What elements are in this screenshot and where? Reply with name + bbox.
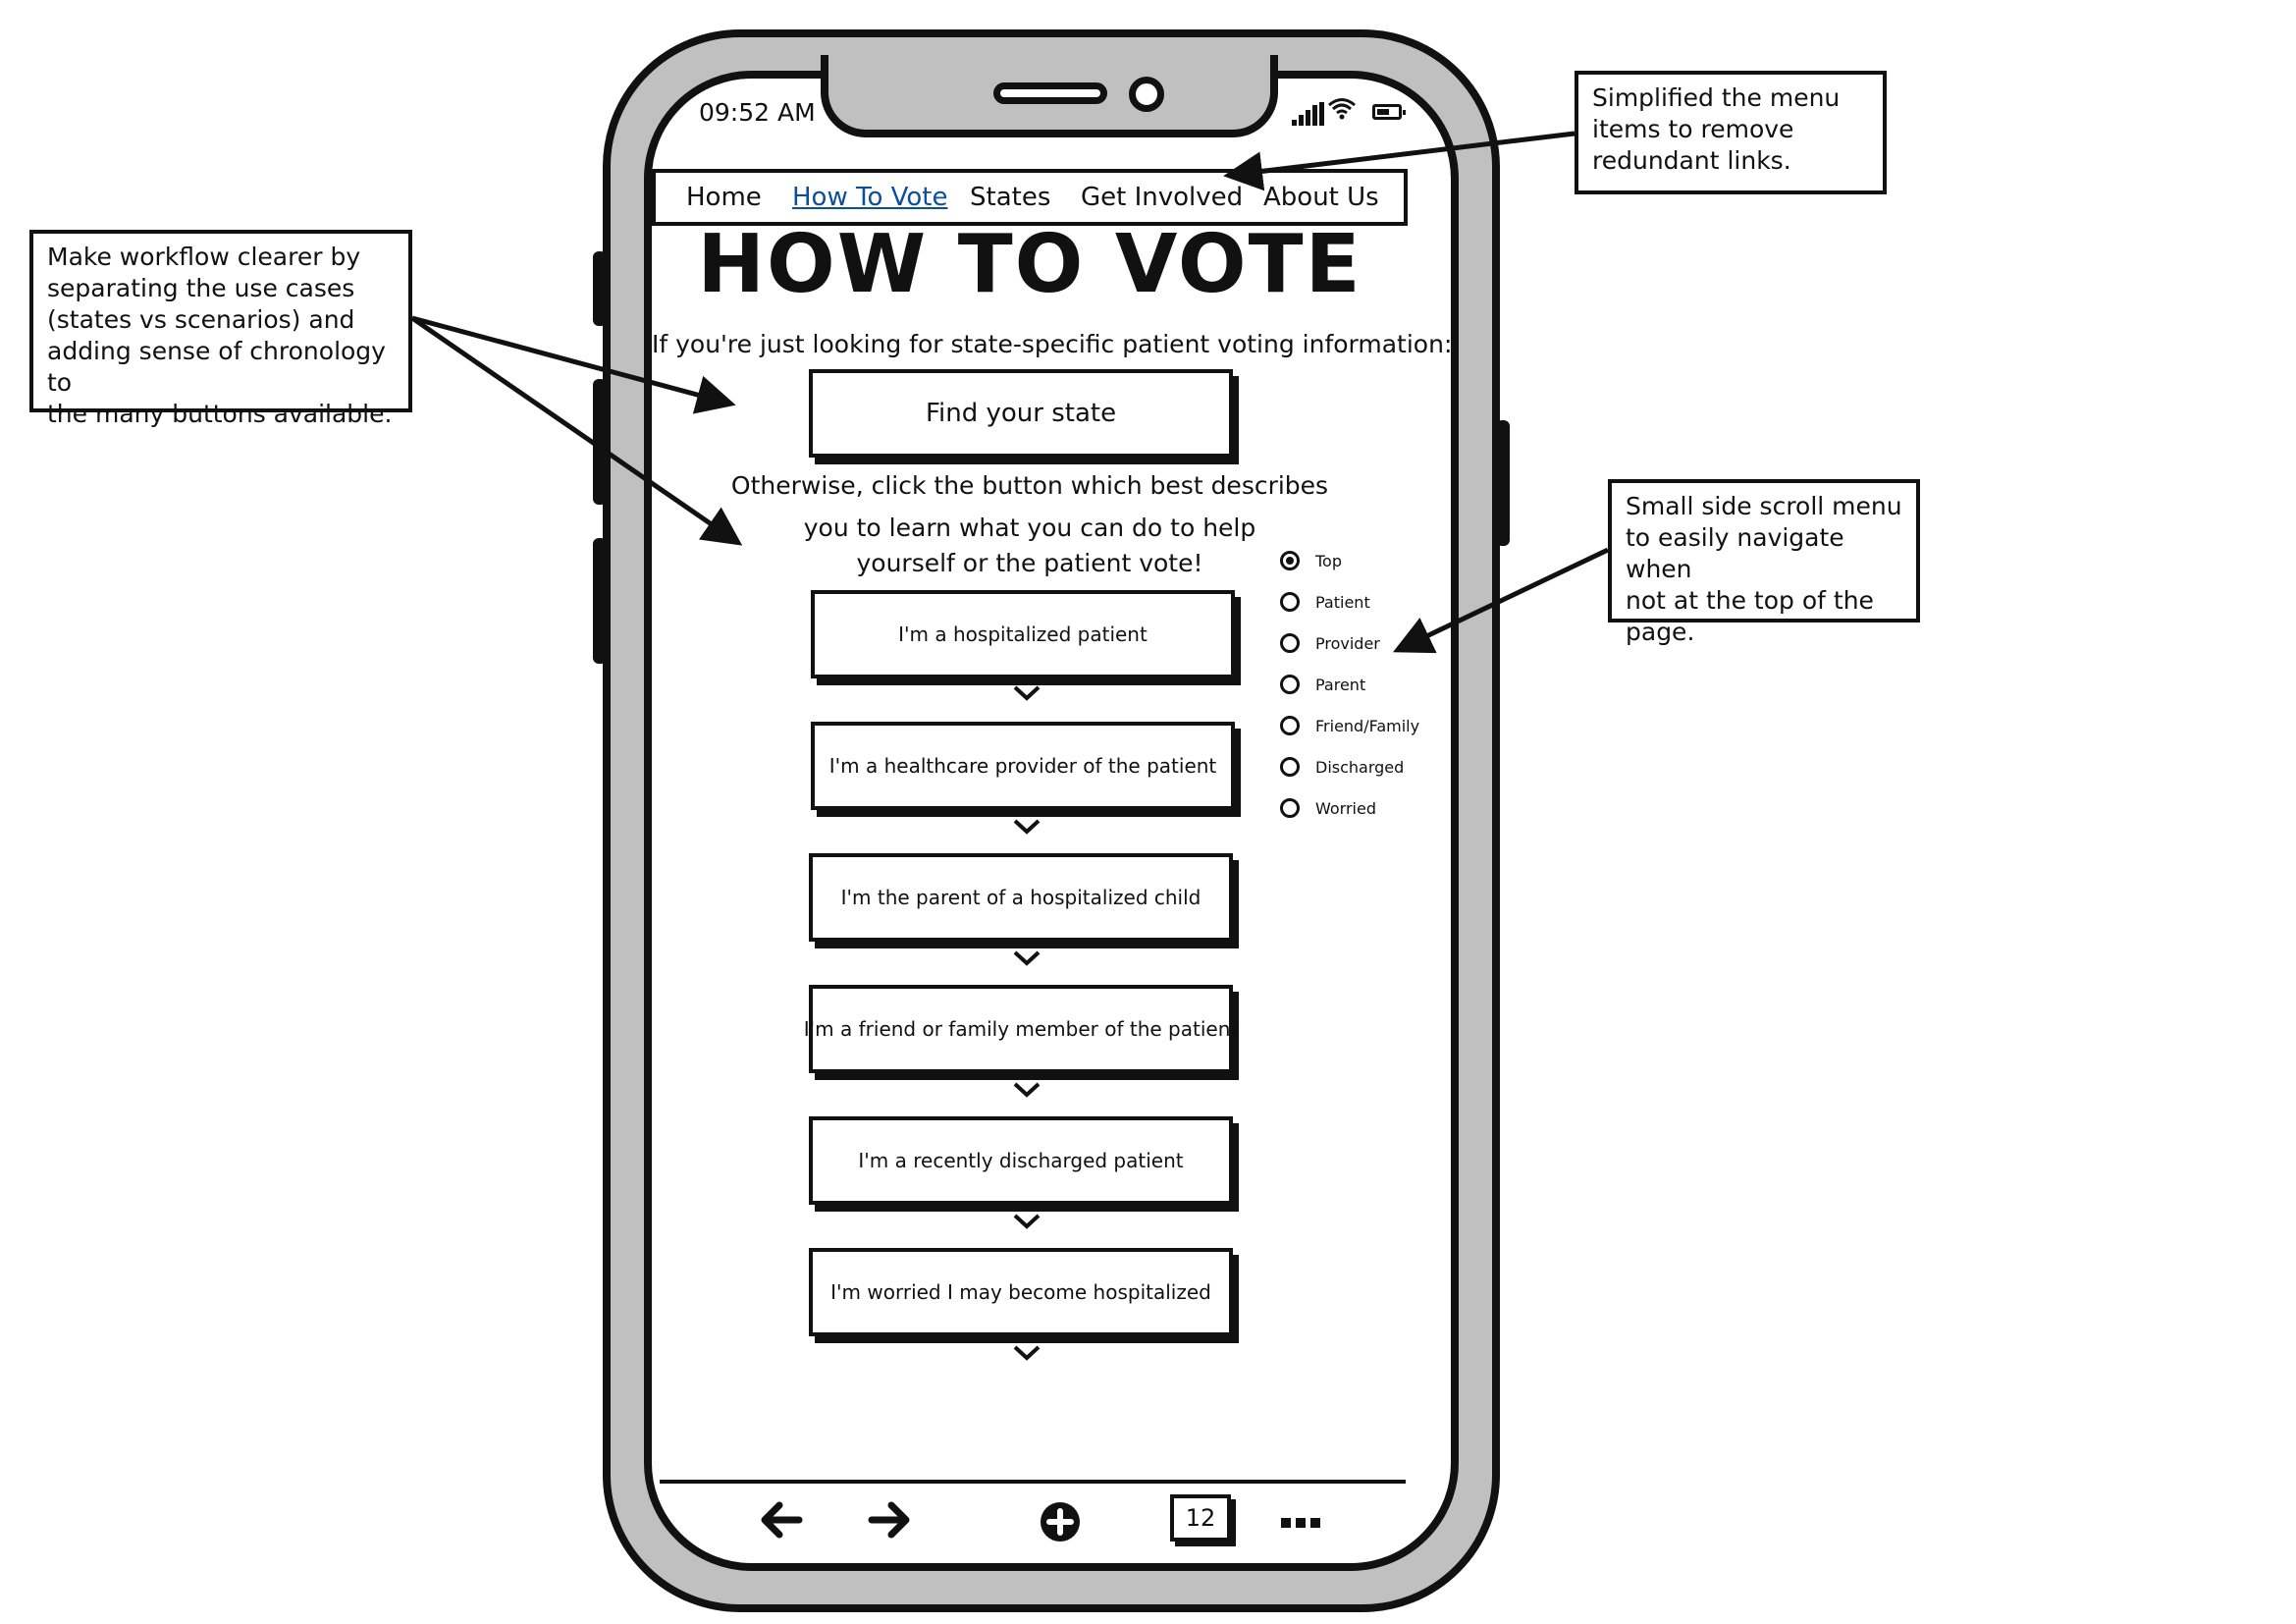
side-menu-label: Worried <box>1315 798 1376 818</box>
note-line: page. <box>1626 618 1695 646</box>
side-menu-item-top[interactable]: Top <box>1280 540 1437 581</box>
forward-arrow-icon[interactable] <box>868 1500 913 1543</box>
radio-icon[interactable] <box>1280 675 1300 694</box>
more-dots-icon[interactable] <box>1280 1515 1321 1534</box>
note-line: to easily navigate when <box>1626 523 1844 583</box>
otherwise-text-line-2: you to learn what you can do to help <box>803 514 1256 542</box>
find-state-button[interactable]: Find your state <box>809 369 1233 458</box>
nav-item-about-us[interactable]: About Us <box>1263 183 1379 212</box>
note-line: Simplified the menu <box>1592 83 1841 112</box>
chevron-down-icon <box>1013 1082 1041 1098</box>
radio-icon[interactable] <box>1280 716 1300 735</box>
back-arrow-icon[interactable] <box>758 1500 803 1543</box>
scenario-button-worried[interactable]: I'm worried I may become hospitalized <box>809 1248 1233 1336</box>
chevron-down-icon <box>1013 950 1041 966</box>
note-line: adding sense of chronology to <box>47 337 386 397</box>
tabs-icon[interactable]: 12 <box>1170 1494 1231 1542</box>
otherwise-text-line-1: Otherwise, click the button which best d… <box>730 471 1329 500</box>
side-menu-label: Parent <box>1315 675 1366 694</box>
radio-icon[interactable] <box>1280 633 1300 653</box>
radio-icon[interactable] <box>1280 592 1300 612</box>
chevron-down-icon <box>1013 1214 1041 1229</box>
side-menu-label: Top <box>1315 551 1342 570</box>
page-title: HOW TO VOTE <box>697 218 1362 311</box>
side-menu-item-provider[interactable]: Provider <box>1280 623 1437 664</box>
side-menu-item-parent[interactable]: Parent <box>1280 664 1437 705</box>
side-menu-annotation-note: Small side scroll menu to easily navigat… <box>1608 479 1920 646</box>
side-menu-label: Patient <box>1315 592 1370 612</box>
chevron-down-icon <box>1013 1345 1041 1361</box>
note-line: not at the top of the <box>1626 586 1874 615</box>
note-line: separating the use cases <box>47 274 355 302</box>
scenario-button-parent[interactable]: I'm the parent of a hospitalized child <box>809 853 1233 942</box>
wifi-icon <box>1327 96 1357 124</box>
power-button <box>1496 420 1510 546</box>
status-time: 09:52 AM <box>699 98 816 127</box>
chevron-down-icon <box>1013 819 1041 835</box>
volume-up-button <box>593 379 607 505</box>
note-line: Make workflow clearer by <box>47 243 361 271</box>
note-line: the many buttons available. <box>47 400 393 428</box>
toolbar-divider <box>660 1480 1406 1484</box>
volume-down-button <box>593 538 607 664</box>
side-menu-label: Friend/Family <box>1315 716 1420 735</box>
note-line: redundant links. <box>1592 146 1791 175</box>
speaker-grille <box>993 82 1107 104</box>
front-camera <box>1129 77 1164 112</box>
chevron-down-icon <box>1013 685 1041 701</box>
nav-item-get-involved[interactable]: Get Involved <box>1081 183 1243 212</box>
new-tab-plus-icon[interactable] <box>1039 1500 1082 1547</box>
side-scroll-menu: Top Patient Provider Parent Friend/Famil… <box>1280 540 1437 829</box>
menu-annotation-note: Simplified the menu items to remove redu… <box>1575 71 1887 194</box>
scenario-button-friend-family[interactable]: I'm a friend or family member of the pat… <box>804 985 1238 1073</box>
side-menu-label: Provider <box>1315 633 1380 653</box>
radio-icon[interactable] <box>1280 757 1300 777</box>
note-line: Small side scroll menu <box>1626 492 1902 520</box>
side-menu-item-patient[interactable]: Patient <box>1280 581 1437 623</box>
side-menu-label: Discharged <box>1315 757 1405 777</box>
nav-item-home[interactable]: Home <box>686 183 762 212</box>
side-menu-item-discharged[interactable]: Discharged <box>1280 746 1437 787</box>
scenario-button-hospitalized-patient[interactable]: I'm a hospitalized patient <box>811 590 1235 678</box>
radio-icon[interactable] <box>1280 798 1300 818</box>
note-line: (states vs scenarios) and <box>47 305 355 334</box>
scenario-button-discharged[interactable]: I'm a recently discharged patient <box>809 1116 1233 1205</box>
mute-switch <box>593 251 607 326</box>
side-menu-item-friend-family[interactable]: Friend/Family <box>1280 705 1437 746</box>
signal-icon <box>1292 102 1324 126</box>
battery-icon <box>1372 104 1406 120</box>
note-line: items to remove <box>1592 115 1794 143</box>
state-prompt-text: If you're just looking for state-specifi… <box>652 330 1453 358</box>
scenario-button-healthcare-provider[interactable]: I'm a healthcare provider of the patient <box>811 722 1235 810</box>
side-menu-item-worried[interactable]: Worried <box>1280 787 1437 829</box>
nav-item-states[interactable]: States <box>970 183 1050 212</box>
nav-item-how-to-vote[interactable]: How To Vote <box>792 183 948 212</box>
radio-selected-icon[interactable] <box>1280 551 1300 570</box>
workflow-annotation-note: Make workflow clearer by separating the … <box>29 230 412 428</box>
